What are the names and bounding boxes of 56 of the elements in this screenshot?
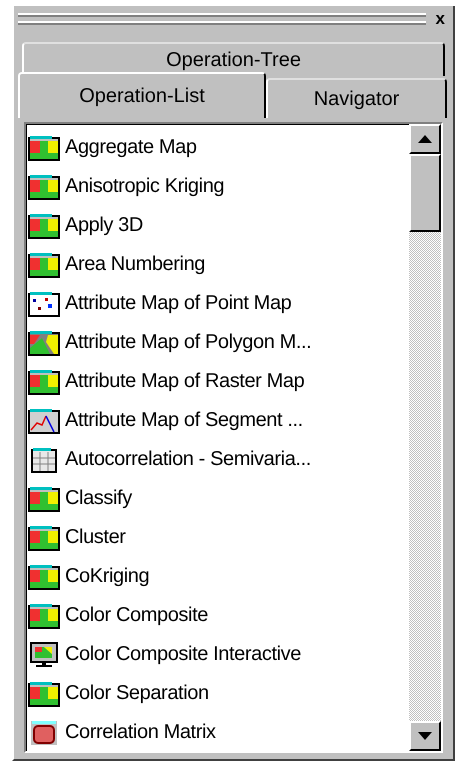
operation-label: CoKriging xyxy=(65,565,150,588)
list-item[interactable]: Attribute Map of Point Map xyxy=(28,284,409,323)
operation-label: Anisotropic Kriging xyxy=(65,175,224,198)
operation-label: Color Composite Interactive xyxy=(65,643,301,666)
up-arrow-icon xyxy=(418,135,432,143)
scrollbar[interactable] xyxy=(409,124,441,751)
raster-map-icon xyxy=(28,602,62,628)
operation-label: Apply 3D xyxy=(65,214,143,237)
list-item[interactable]: Correlation Matrix xyxy=(28,713,409,751)
polygon-map-icon xyxy=(28,330,62,356)
list-item[interactable]: Attribute Map of Segment ... xyxy=(28,401,409,440)
raster-map-icon xyxy=(28,564,62,590)
scroll-down-button[interactable] xyxy=(409,721,441,751)
raster-map-icon xyxy=(28,368,62,394)
operation-label: Color Composite xyxy=(65,604,208,627)
list-item[interactable]: Aggregate Map xyxy=(28,128,409,167)
raster-map-icon xyxy=(28,134,62,160)
segment-map-icon xyxy=(28,408,62,434)
tab[interactable]: Operation-List xyxy=(18,72,266,118)
operation-label: Classify xyxy=(65,487,132,510)
operation-label: Autocorrelation - Semivaria... xyxy=(65,448,311,471)
raster-map-icon xyxy=(28,212,62,238)
close-button[interactable]: x xyxy=(432,11,449,27)
list-item[interactable]: Apply 3D xyxy=(28,206,409,245)
down-arrow-icon xyxy=(418,732,432,740)
operation-label: Attribute Map of Segment ... xyxy=(65,409,303,432)
raster-map-icon xyxy=(28,680,62,706)
list-item[interactable]: Color Separation xyxy=(28,674,409,713)
operation-label: Color Separation xyxy=(65,682,209,705)
raster-map-icon xyxy=(28,524,62,550)
operation-label: Attribute Map of Point Map xyxy=(65,292,292,315)
grip-bar[interactable] xyxy=(18,13,426,25)
list-item[interactable]: Area Numbering xyxy=(28,245,409,284)
operation-label: Cluster xyxy=(65,526,126,549)
raster-map-icon xyxy=(28,174,62,200)
raster-map-icon xyxy=(28,252,62,278)
list-item[interactable]: Color Composite Interactive xyxy=(28,635,409,674)
scroll-thumb[interactable] xyxy=(409,154,441,232)
operation-label: Attribute Map of Polygon M... xyxy=(65,331,312,354)
list-item[interactable]: Color Composite xyxy=(28,596,409,635)
list-item[interactable]: CoKriging xyxy=(28,557,409,596)
list-item[interactable]: Classify xyxy=(28,479,409,518)
operation-label: Correlation Matrix xyxy=(65,721,216,744)
operation-label: Area Numbering xyxy=(65,253,206,276)
point-map-icon xyxy=(28,290,62,316)
list-item[interactable]: Cluster xyxy=(28,518,409,557)
tab[interactable]: Navigator xyxy=(266,78,447,118)
operation-label: Attribute Map of Raster Map xyxy=(65,370,304,393)
operation-label: Aggregate Map xyxy=(65,136,197,159)
list-item[interactable]: Anisotropic Kriging xyxy=(28,167,409,206)
scroll-up-button[interactable] xyxy=(409,124,441,154)
list-item[interactable]: Autocorrelation - Semivaria... xyxy=(28,440,409,479)
tab[interactable]: Operation-Tree xyxy=(22,42,445,76)
list-item[interactable]: Attribute Map of Raster Map xyxy=(28,362,409,401)
list-item[interactable]: Attribute Map of Polygon M... xyxy=(28,323,409,362)
raster-map-icon xyxy=(28,486,62,512)
